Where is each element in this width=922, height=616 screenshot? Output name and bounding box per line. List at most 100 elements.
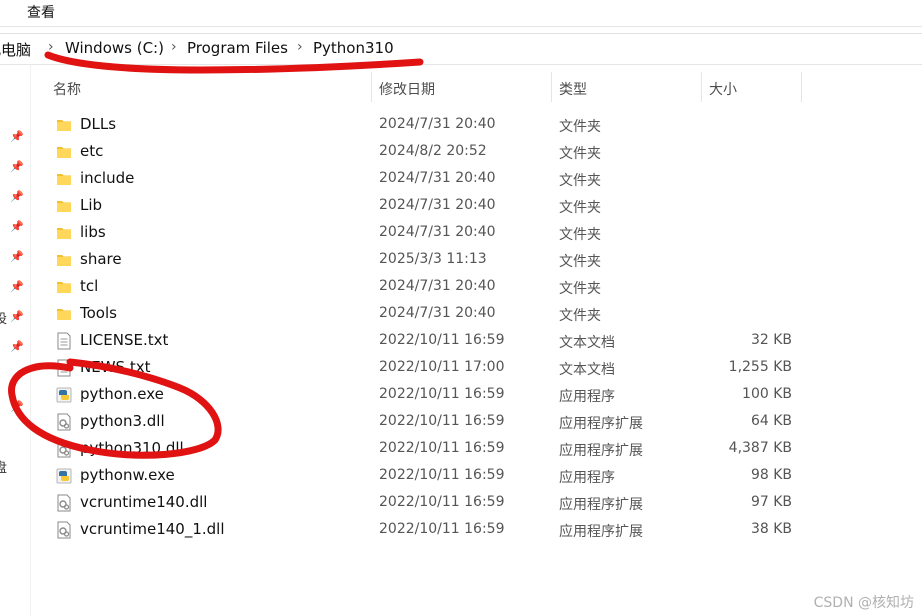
- folder-icon: [56, 170, 72, 188]
- column-header: 名称 修改日期 类型 大小: [40, 64, 922, 108]
- folder-icon: [56, 143, 72, 161]
- folder-icon: [56, 116, 72, 134]
- file-name: python.exe: [80, 385, 164, 403]
- file-name: vcruntime140_1.dll: [80, 520, 225, 538]
- column-divider[interactable]: [701, 72, 702, 102]
- column-header-size[interactable]: 大小: [709, 79, 737, 99]
- file-row[interactable]: vcruntime140_1.dll 2022/10/11 16:59 应用程序扩展…: [40, 517, 922, 544]
- file-row[interactable]: Lib 2024/7/31 20:40 文件夹: [40, 193, 922, 220]
- address-bar[interactable]: 此电脑 › Windows (C:) › Program Files › Pyt…: [0, 33, 922, 65]
- folder-icon: [56, 251, 72, 269]
- navigation-pane: 📌 📌 📌 📌 📌 📌 📌 📌 📌 设 盘: [0, 64, 31, 616]
- file-row[interactable]: etc 2024/8/2 20:52 文件夹: [40, 139, 922, 166]
- file-type: 应用程序: [559, 389, 615, 405]
- file-name: Tools: [80, 304, 117, 322]
- nav-item-fragment[interactable]: 盘: [0, 457, 7, 476]
- pin-icon[interactable]: 📌: [10, 130, 24, 143]
- file-name: etc: [80, 142, 104, 160]
- breadcrumb-this-pc[interactable]: 此电脑: [0, 39, 31, 60]
- file-modified-date: 2024/7/31 20:40: [379, 224, 496, 240]
- file-row[interactable]: share 2025/3/3 11:13 文件夹: [40, 247, 922, 274]
- file-row[interactable]: DLLs 2024/7/31 20:40 文件夹: [40, 112, 922, 139]
- file-type: 应用程序扩展: [559, 416, 643, 432]
- file-row[interactable]: python310.dll 2022/10/11 16:59 应用程序扩展 4,387…: [40, 436, 922, 463]
- dll-file-icon: [56, 494, 72, 512]
- text-file-icon: [56, 332, 72, 350]
- file-modified-date: 2022/10/11 17:00: [379, 359, 505, 375]
- file-row[interactable]: tcl 2024/7/31 20:40 文件夹: [40, 274, 922, 301]
- folder-icon: [56, 197, 72, 215]
- file-row[interactable]: vcruntime140.dll 2022/10/11 16:59 应用程序扩展 97…: [40, 490, 922, 517]
- file-modified-date: 2022/10/11 16:59: [379, 413, 505, 429]
- file-modified-date: 2024/7/31 20:40: [379, 170, 496, 186]
- dll-file-icon: [56, 440, 72, 458]
- file-name: python310.dll: [80, 439, 184, 457]
- file-modified-date: 2022/10/11 16:59: [379, 521, 505, 537]
- file-type: 文件夹: [559, 227, 601, 243]
- file-type: 文件夹: [559, 281, 601, 297]
- nav-item-fragment[interactable]: 设: [0, 308, 7, 327]
- breadcrumb-windows-c[interactable]: Windows (C:): [65, 39, 164, 57]
- file-name: vcruntime140.dll: [80, 493, 208, 511]
- column-header-name[interactable]: 名称: [53, 79, 81, 99]
- file-name: NEWS.txt: [80, 358, 151, 376]
- breadcrumb-chevron-icon[interactable]: ›: [48, 39, 54, 55]
- file-size: 32 KB: [750, 332, 792, 348]
- file-row[interactable]: LICENSE.txt 2022/10/11 16:59 文本文档 32 KB: [40, 328, 922, 355]
- pin-icon[interactable]: 📌: [10, 160, 24, 173]
- file-name: share: [80, 250, 122, 268]
- file-size: 97 KB: [750, 494, 792, 510]
- file-type: 文件夹: [559, 200, 601, 216]
- file-type: 应用程序扩展: [559, 524, 643, 540]
- pin-icon[interactable]: 📌: [10, 340, 24, 353]
- file-name: tcl: [80, 277, 99, 295]
- file-row[interactable]: python3.dll 2022/10/11 16:59 应用程序扩展 64 KB: [40, 409, 922, 436]
- file-size: 38 KB: [750, 521, 792, 537]
- text-file-icon: [56, 359, 72, 377]
- file-modified-date: 2022/10/11 16:59: [379, 440, 505, 456]
- file-type: 文件夹: [559, 173, 601, 189]
- file-row[interactable]: include 2024/7/31 20:40 文件夹: [40, 166, 922, 193]
- python-exe-icon: [56, 386, 72, 404]
- file-name: libs: [80, 223, 106, 241]
- column-header-type[interactable]: 类型: [559, 79, 587, 99]
- file-type: 文件夹: [559, 119, 601, 135]
- file-name: python3.dll: [80, 412, 165, 430]
- menu-view[interactable]: 查看: [27, 2, 55, 22]
- file-name: DLLs: [80, 115, 117, 133]
- pin-icon[interactable]: 📌: [10, 400, 24, 413]
- breadcrumb-chevron-icon[interactable]: ›: [171, 39, 177, 55]
- file-row[interactable]: libs 2024/7/31 20:40 文件夹: [40, 220, 922, 247]
- file-name: Lib: [80, 196, 103, 214]
- file-size: 4,387 KB: [728, 440, 792, 456]
- folder-icon: [56, 224, 72, 242]
- file-row[interactable]: pythonw.exe 2022/10/11 16:59 应用程序 98 KB: [40, 463, 922, 490]
- pin-icon[interactable]: 📌: [10, 280, 24, 293]
- pin-icon[interactable]: 📌: [10, 190, 24, 203]
- column-divider[interactable]: [371, 72, 372, 102]
- file-type: 应用程序扩展: [559, 497, 643, 513]
- file-type: 文本文档: [559, 335, 615, 351]
- file-name: include: [80, 169, 135, 187]
- breadcrumb-chevron-icon[interactable]: ›: [297, 39, 303, 55]
- pin-icon[interactable]: 📌: [10, 310, 24, 323]
- breadcrumb-program-files[interactable]: Program Files: [187, 39, 288, 57]
- file-modified-date: 2025/3/3 11:13: [379, 251, 487, 267]
- column-divider[interactable]: [551, 72, 552, 102]
- breadcrumb-python310[interactable]: Python310: [313, 39, 394, 57]
- watermark: CSDN @核知坊: [813, 595, 914, 611]
- column-header-date[interactable]: 修改日期: [379, 79, 435, 99]
- column-divider[interactable]: [801, 72, 802, 102]
- pin-icon[interactable]: 📌: [10, 220, 24, 233]
- file-type: 应用程序扩展: [559, 443, 643, 459]
- file-size: 98 KB: [750, 467, 792, 483]
- file-row[interactable]: Tools 2024/7/31 20:40 文件夹: [40, 301, 922, 328]
- file-type: 文件夹: [559, 146, 601, 162]
- pin-icon[interactable]: 📌: [10, 250, 24, 263]
- dll-file-icon: [56, 521, 72, 539]
- file-type: 应用程序: [559, 470, 615, 486]
- file-row[interactable]: NEWS.txt 2022/10/11 17:00 文本文档 1,255 KB: [40, 355, 922, 382]
- file-name: LICENSE.txt: [80, 331, 169, 349]
- file-row[interactable]: python.exe 2022/10/11 16:59 应用程序 100 KB: [40, 382, 922, 409]
- file-size: 100 KB: [742, 386, 792, 402]
